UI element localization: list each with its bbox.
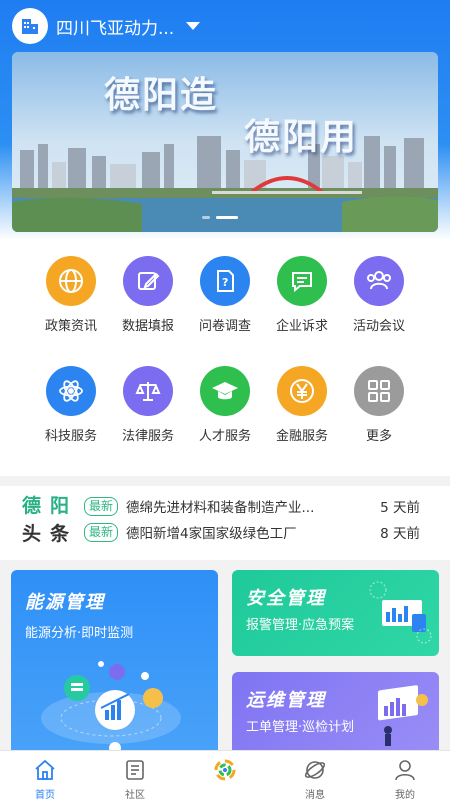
news-item[interactable]: 最新 德绵先进材料和装备制造产业... 5 天前 <box>84 495 434 517</box>
people-icon <box>354 256 404 306</box>
news-title[interactable]: 德阳新增4家国家级绿色工厂 <box>126 522 346 542</box>
tab-app-center[interactable] <box>180 751 270 800</box>
company-name[interactable]: 四川飞亚动力... <box>56 14 174 39</box>
tab-label: 社区 <box>125 790 145 800</box>
city-skyline-image <box>12 52 438 232</box>
svg-text:?: ? <box>222 276 228 289</box>
card-subtitle: 报警管理·应急预案 <box>246 618 355 633</box>
safety-management-card[interactable]: 安全管理 报警管理·应急预案 <box>232 570 439 656</box>
news-title[interactable]: 德绵先进材料和装备制造产业... <box>126 496 346 516</box>
grid-icon <box>354 366 404 416</box>
service-grid: 政策资讯 数据填报 ? 问卷调查 企业诉求 活动会议 科技服务 法律服务 人才服… <box>0 240 450 476</box>
service-label: 活动会议 <box>352 319 405 334</box>
message-icon <box>277 256 327 306</box>
operations-management-card[interactable]: 运维管理 工单管理·巡检计划 <box>232 672 439 762</box>
energy-chart-illustration <box>41 661 181 754</box>
card-title: 运维管理 <box>246 690 326 711</box>
news-brand-line1: 德阳 <box>22 495 79 517</box>
atom-icon <box>46 366 96 416</box>
building-icon <box>12 8 48 44</box>
edit-icon <box>123 256 173 306</box>
yen-icon <box>277 366 327 416</box>
energy-management-card[interactable]: 能源管理 能源分析·即时监测 <box>11 570 218 760</box>
graduation-cap-icon <box>200 366 250 416</box>
news-time: 5 天前 <box>380 500 420 516</box>
home-icon <box>0 757 90 783</box>
news-headlines: 德阳 头条 最新 德绵先进材料和装备制造产业... 5 天前 最新 德阳新增4家… <box>0 486 450 556</box>
carousel-dot-active[interactable] <box>216 216 238 219</box>
tab-label: 首页 <box>35 790 55 800</box>
card-subtitle: 工单管理·巡检计划 <box>246 720 355 735</box>
service-events-meetings[interactable]: 活动会议 <box>334 256 424 334</box>
section-divider <box>0 476 450 486</box>
monitor-dashboard-icon <box>369 581 432 644</box>
news-brand-line2: 头条 <box>22 523 79 545</box>
app-logo-icon <box>180 757 270 783</box>
service-more[interactable]: 更多 <box>334 366 424 444</box>
card-title: 能源管理 <box>25 592 105 613</box>
user-icon <box>360 757 450 783</box>
card-subtitle: 能源分析·即时监测 <box>25 626 134 641</box>
globe-icon <box>46 256 96 306</box>
tab-community[interactable]: 社区 <box>90 751 180 800</box>
feature-cards: 能源管理 能源分析·即时监测 安全管理 报警管理·应急预案 运维管理 工单管理·… <box>0 560 450 762</box>
carousel-dot[interactable] <box>202 216 210 219</box>
question-doc-icon: ? <box>200 256 250 306</box>
news-tag: 最新 <box>84 496 119 516</box>
banner-headline-1: 德阳造 <box>104 75 219 116</box>
scale-icon <box>123 366 173 416</box>
bottom-tab-bar: 首页 社区 消息 我的 <box>0 750 450 800</box>
analytics-board-icon <box>378 685 428 746</box>
banner-carousel[interactable]: 德阳造 德阳用 <box>12 52 438 232</box>
banner-headline-2: 德阳用 <box>244 117 359 158</box>
card-title: 安全管理 <box>246 588 326 609</box>
message-planet-icon <box>270 757 360 783</box>
service-label: 更多 <box>365 429 392 444</box>
carousel-indicator <box>202 216 238 219</box>
tab-profile[interactable]: 我的 <box>360 751 450 800</box>
tab-messages[interactable]: 消息 <box>270 751 360 800</box>
tab-home[interactable]: 首页 <box>0 751 90 800</box>
news-item[interactable]: 最新 德阳新增4家国家级绿色工厂 8 天前 <box>84 521 434 543</box>
community-icon <box>90 757 180 783</box>
tab-label: 我的 <box>395 790 415 800</box>
news-brand: 德阳 头条 <box>22 492 78 548</box>
caret-down-icon[interactable] <box>186 22 201 30</box>
news-tag: 最新 <box>84 522 119 542</box>
tab-label: 消息 <box>305 790 325 800</box>
company-selector[interactable]: 四川飞亚动力... <box>12 8 201 44</box>
news-time: 8 天前 <box>380 526 420 542</box>
